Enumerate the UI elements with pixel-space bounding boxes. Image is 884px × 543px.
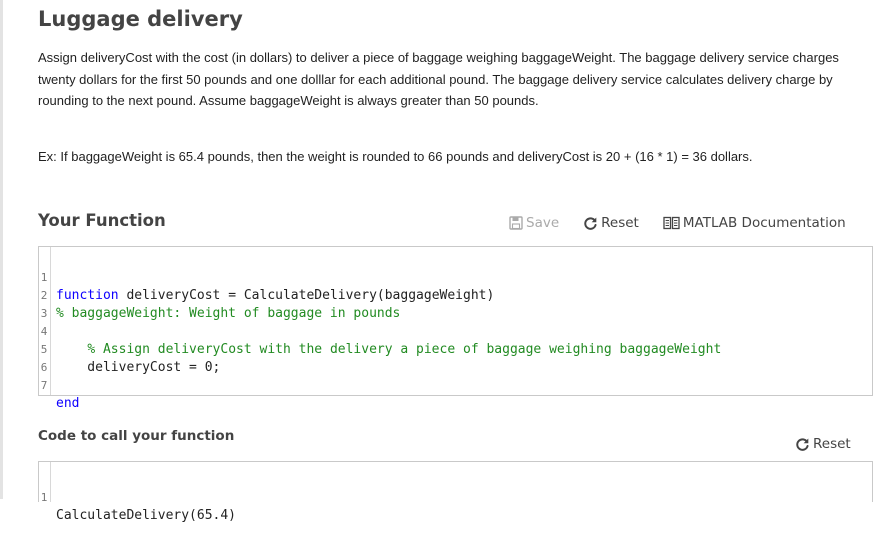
- code-line: 5 deliveryCost = 0;: [39, 323, 872, 375]
- code-keyword: end: [56, 396, 80, 411]
- matlab-documentation-link[interactable]: MATLAB Documentation: [663, 215, 846, 231]
- reset-label: Reset: [813, 436, 851, 452]
- function-code-editor[interactable]: 1 function deliveryCost = CalculateDeliv…: [38, 246, 873, 411]
- save-label: Save: [526, 215, 560, 231]
- call-code-editor[interactable]: 1 CalculateDelivery(65.4): [38, 461, 873, 523]
- problem-description: Assign deliveryCost with the cost (in do…: [38, 50, 839, 108]
- call-function-heading: Code to call your function: [38, 428, 235, 444]
- your-function-heading: Your Function: [38, 211, 166, 230]
- code-text: CalculateDelivery(65.4): [56, 508, 237, 523]
- documentation-label: MATLAB Documentation: [682, 215, 846, 231]
- function-toolbar: Save Reset MATLAB Documentation: [509, 213, 854, 233]
- reset-label: Reset: [601, 215, 639, 231]
- left-border: [0, 0, 3, 499]
- code-line: 2 % baggageWeight: Weight of baggage in …: [39, 269, 872, 321]
- call-reset-button[interactable]: Reset: [795, 434, 851, 454]
- code-line: 1 function deliveryCost = CalculateDeliv…: [39, 251, 872, 303]
- code-line: 3: [39, 287, 872, 320]
- reset-button[interactable]: Reset: [583, 215, 639, 231]
- reset-arrow-icon: [584, 216, 597, 230]
- line-number: 7: [40, 379, 48, 392]
- code-line: 4 % Assign deliveryCost with the deliver…: [39, 305, 872, 357]
- reset-arrow-icon: [796, 437, 809, 451]
- line-number: 1: [40, 491, 48, 504]
- code-line: 7 end: [39, 359, 872, 411]
- problem-title: Luggage delivery: [38, 7, 243, 31]
- book-icon: [663, 216, 680, 230]
- problem-example: Ex: If baggageWeight is 65.4 pounds, the…: [38, 149, 753, 164]
- save-button[interactable]: Save: [509, 215, 559, 231]
- code-line: 6: [39, 341, 872, 374]
- floppy-disk-icon: [509, 216, 523, 230]
- code-line: 1 CalculateDelivery(65.4): [39, 471, 872, 523]
